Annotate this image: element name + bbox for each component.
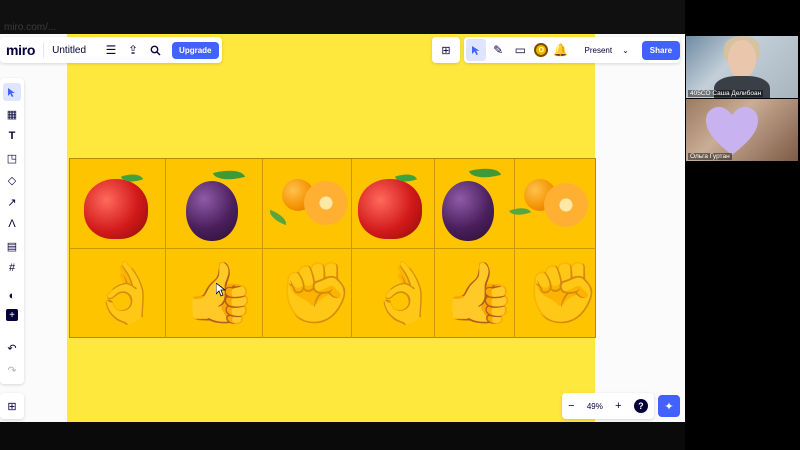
comment-icon[interactable]: ▤ [3,237,21,255]
participant-video-tile[interactable]: 405CO Саша Делибоан [686,36,798,98]
orange-image[interactable] [266,177,352,239]
menu-icon[interactable]: ☰ [100,39,122,61]
cursor-tool-icon[interactable] [466,39,487,61]
sparkle-icon: ✦ [664,400,674,413]
zoom-level[interactable]: 49% [587,402,603,411]
zoom-out-button[interactable]: − [568,400,574,412]
sticky-note-icon[interactable]: ◳ [3,149,21,167]
apps-button[interactable]: ⊞ [432,37,460,63]
browser-chrome: miro.com/... [0,0,685,34]
participant-name: Ольга Гуртан [688,153,732,160]
browser-url: miro.com/... [4,22,57,33]
raised-fist-icon[interactable]: ✊ [278,263,353,323]
participant-video-tile[interactable]: Ольга Гуртан [686,99,798,161]
plum-image[interactable] [440,163,512,243]
upgrade-button[interactable]: Upgrade [172,41,219,59]
connector-icon[interactable]: ↗ [3,193,21,211]
zoom-controls: − 49% + ? [562,393,654,419]
collaboration-toolbar: ✎ ▭ O 🔔 Present ⌄ Share [464,37,681,63]
plum-image[interactable] [184,165,256,245]
help-button[interactable]: ? [633,399,648,413]
more-apps-icon[interactable]: ◐ [3,287,21,305]
notifications-icon[interactable]: 🔔 [550,39,570,61]
shapes-icon[interactable]: ◇ [3,171,21,189]
add-tool-icon[interactable]: + [6,309,18,321]
reactions-icon[interactable]: ✎ [488,39,508,61]
participant-face [728,40,756,78]
pen-icon[interactable]: Λ [3,215,21,233]
raised-fist-icon[interactable]: ✊ [525,263,600,323]
ai-assist-button[interactable]: ✦ [658,395,680,417]
thumbs-up-icon[interactable]: 👍 [442,263,517,323]
templates-icon[interactable]: ▦ [3,105,21,123]
user-avatar[interactable]: O [534,43,549,57]
zoom-in-button[interactable]: + [615,400,621,412]
ok-hand-icon[interactable]: 👌 [366,263,441,323]
miro-logo[interactable]: miro [6,42,35,58]
frames-icon: ⊞ [7,400,17,413]
apple-image[interactable] [358,169,428,241]
heart-icon [706,107,758,155]
board-header: miro Untitled ☰ ⇪ Upgrade [0,37,222,63]
taskbar-strip [0,422,685,450]
frame-icon[interactable]: # [3,259,21,277]
share-button[interactable]: Share [641,40,681,60]
select-tool-icon[interactable] [3,83,21,101]
comments-icon[interactable]: ▭ [510,39,530,61]
left-toolbar: ▦ T ◳ ◇ ↗ Λ ▤ # ◐ + ↶ ↷ [0,78,24,384]
search-icon[interactable] [144,39,166,61]
present-button[interactable]: Present [585,46,613,55]
avatar: O [534,43,549,57]
participant-name: 405CO Саша Делибоан [688,90,764,97]
orange-image[interactable] [509,177,596,239]
ok-hand-icon[interactable]: 👌 [88,263,163,323]
apple-image[interactable] [84,169,154,241]
text-tool-icon[interactable]: T [3,127,21,145]
divider [43,42,45,58]
export-icon[interactable]: ⇪ [122,39,144,61]
chevron-down-icon[interactable]: ⌄ [622,46,629,55]
apps-icon: ⊞ [441,44,451,57]
redo-icon[interactable]: ↷ [3,361,21,379]
undo-icon[interactable]: ↶ [3,339,21,357]
frames-panel-button[interactable]: ⊞ [0,393,24,419]
activity-board[interactable]: 👌 👍 ✊ 👌 👍 ✊ [69,158,600,338]
mouse-cursor [215,282,227,297]
screen: miro.com/... 👌 👍 ✊ 👌 👍 ✊ miro Untitled ☰… [0,0,800,450]
board-title[interactable]: Untitled [52,45,86,56]
